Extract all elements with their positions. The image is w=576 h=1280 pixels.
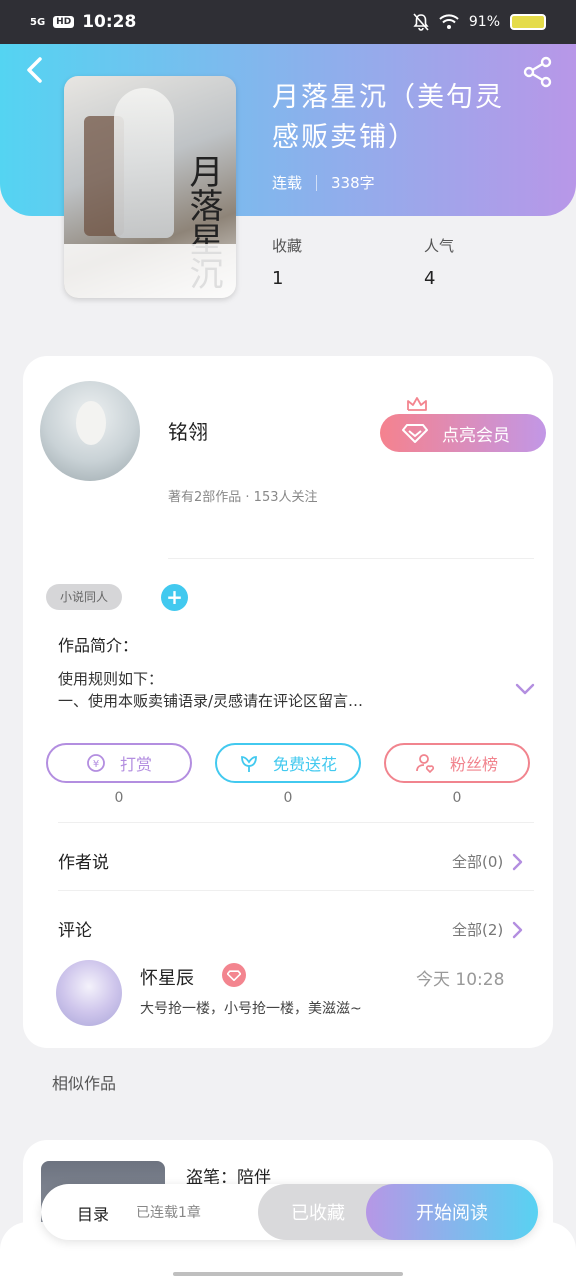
author-name[interactable]: 铭翎: [168, 416, 208, 445]
coin-icon: ¥: [87, 754, 105, 772]
comment-time: 今天 10:28: [416, 970, 505, 990]
divider: [58, 890, 534, 891]
divider: [168, 558, 534, 559]
author-avatar[interactable]: [40, 381, 140, 481]
reward-button[interactable]: ¥ 打赏: [46, 743, 192, 783]
mute-icon: [413, 13, 429, 31]
tag-chip[interactable]: 小说同人: [46, 584, 123, 610]
author-says-label: 作者说: [58, 853, 109, 873]
comment-text[interactable]: 大号抢一楼，小号抢一楼，美滋滋~: [140, 998, 362, 1018]
favorited-label: 已收藏: [291, 1203, 345, 1224]
author-info: 著有2部作品 · 153人关注: [168, 490, 318, 505]
vip-badge-icon: [222, 963, 246, 987]
divider: [58, 822, 534, 823]
similar-works-label: 相似作品: [52, 1074, 117, 1093]
signal-indicator: 5G: [30, 16, 46, 28]
add-tag-button[interactable]: +: [161, 584, 188, 611]
word-count: 338字: [331, 174, 375, 192]
cover-caption-strip: [64, 244, 236, 298]
commenter-name[interactable]: 怀星辰: [140, 964, 194, 990]
send-flower-label: 免费送花: [272, 755, 337, 774]
start-reading-label: 开始阅读: [416, 1203, 488, 1224]
chevron-right-icon: [513, 853, 523, 870]
book-cover[interactable]: 月落星沉: [64, 76, 236, 298]
comments-all-label: 全部(2): [452, 921, 504, 939]
hd-indicator: HD: [53, 16, 75, 28]
chevron-down-icon[interactable]: [514, 682, 536, 696]
fan-ranking-button[interactable]: 粉丝榜: [384, 743, 530, 783]
intro-text: 使用规则如下： 一、使用本贩卖铺语录/灵感请在评论区留言…: [58, 668, 498, 712]
home-indicator[interactable]: [173, 1272, 403, 1276]
flower-count: 0: [283, 790, 293, 806]
intro-line-2: 一、使用本贩卖铺语录/灵感请在评论区留言…: [58, 692, 364, 710]
status-bar: 5G HD 10:28 91%: [0, 0, 576, 44]
comments-all-link[interactable]: 全部(2): [452, 919, 523, 940]
activate-vip-button[interactable]: 点亮会员: [380, 414, 546, 452]
intro-line-1: 使用规则如下：: [58, 670, 164, 688]
avatar-face-art: [76, 401, 106, 445]
favorites-value: 1: [272, 268, 284, 289]
meta-divider: [316, 174, 318, 191]
favorites-label: 收藏: [272, 237, 303, 255]
chapter-status[interactable]: 已连载1章: [136, 1202, 201, 1222]
commenter-avatar[interactable]: [56, 960, 122, 1026]
favorites-stat: 收藏 1: [272, 235, 302, 289]
svg-text:¥: ¥: [93, 759, 99, 770]
author-says-all-link[interactable]: 全部(0): [452, 851, 523, 872]
flower-icon: [241, 756, 257, 772]
author-says-all-label: 全部(0): [452, 853, 504, 871]
diamond-icon: [402, 424, 428, 443]
popularity-stat: 人气 4: [424, 235, 454, 289]
battery-percent: 91%: [468, 14, 500, 30]
book-title: 月落星沉（美句灵感贩卖铺）: [272, 82, 504, 153]
popularity-label: 人气: [424, 237, 455, 255]
back-arrow-icon[interactable]: [22, 55, 48, 85]
fan-ranking-label: 粉丝榜: [449, 755, 498, 774]
table-of-contents-button[interactable]: 目录: [77, 1201, 109, 1225]
crown-icon: [407, 397, 427, 411]
fan-count: 0: [452, 790, 462, 806]
serial-status: 连载: [272, 174, 303, 192]
clock: 10:28: [82, 12, 137, 32]
reward-count: 0: [114, 790, 124, 806]
chevron-right-icon: [513, 921, 523, 938]
intro-label: 作品简介：: [58, 636, 139, 655]
vip-button-label: 点亮会员: [442, 425, 510, 446]
book-meta: 连载 338字: [272, 172, 375, 193]
fan-icon: [416, 754, 434, 773]
reward-label: 打赏: [119, 755, 152, 774]
popularity-value: 4: [424, 268, 436, 289]
wifi-icon: [439, 14, 459, 29]
battery-icon: [510, 14, 546, 30]
start-reading-button[interactable]: 开始阅读: [366, 1184, 538, 1240]
comments-label: 评论: [58, 921, 92, 941]
send-flower-button[interactable]: 免费送花: [215, 743, 361, 783]
